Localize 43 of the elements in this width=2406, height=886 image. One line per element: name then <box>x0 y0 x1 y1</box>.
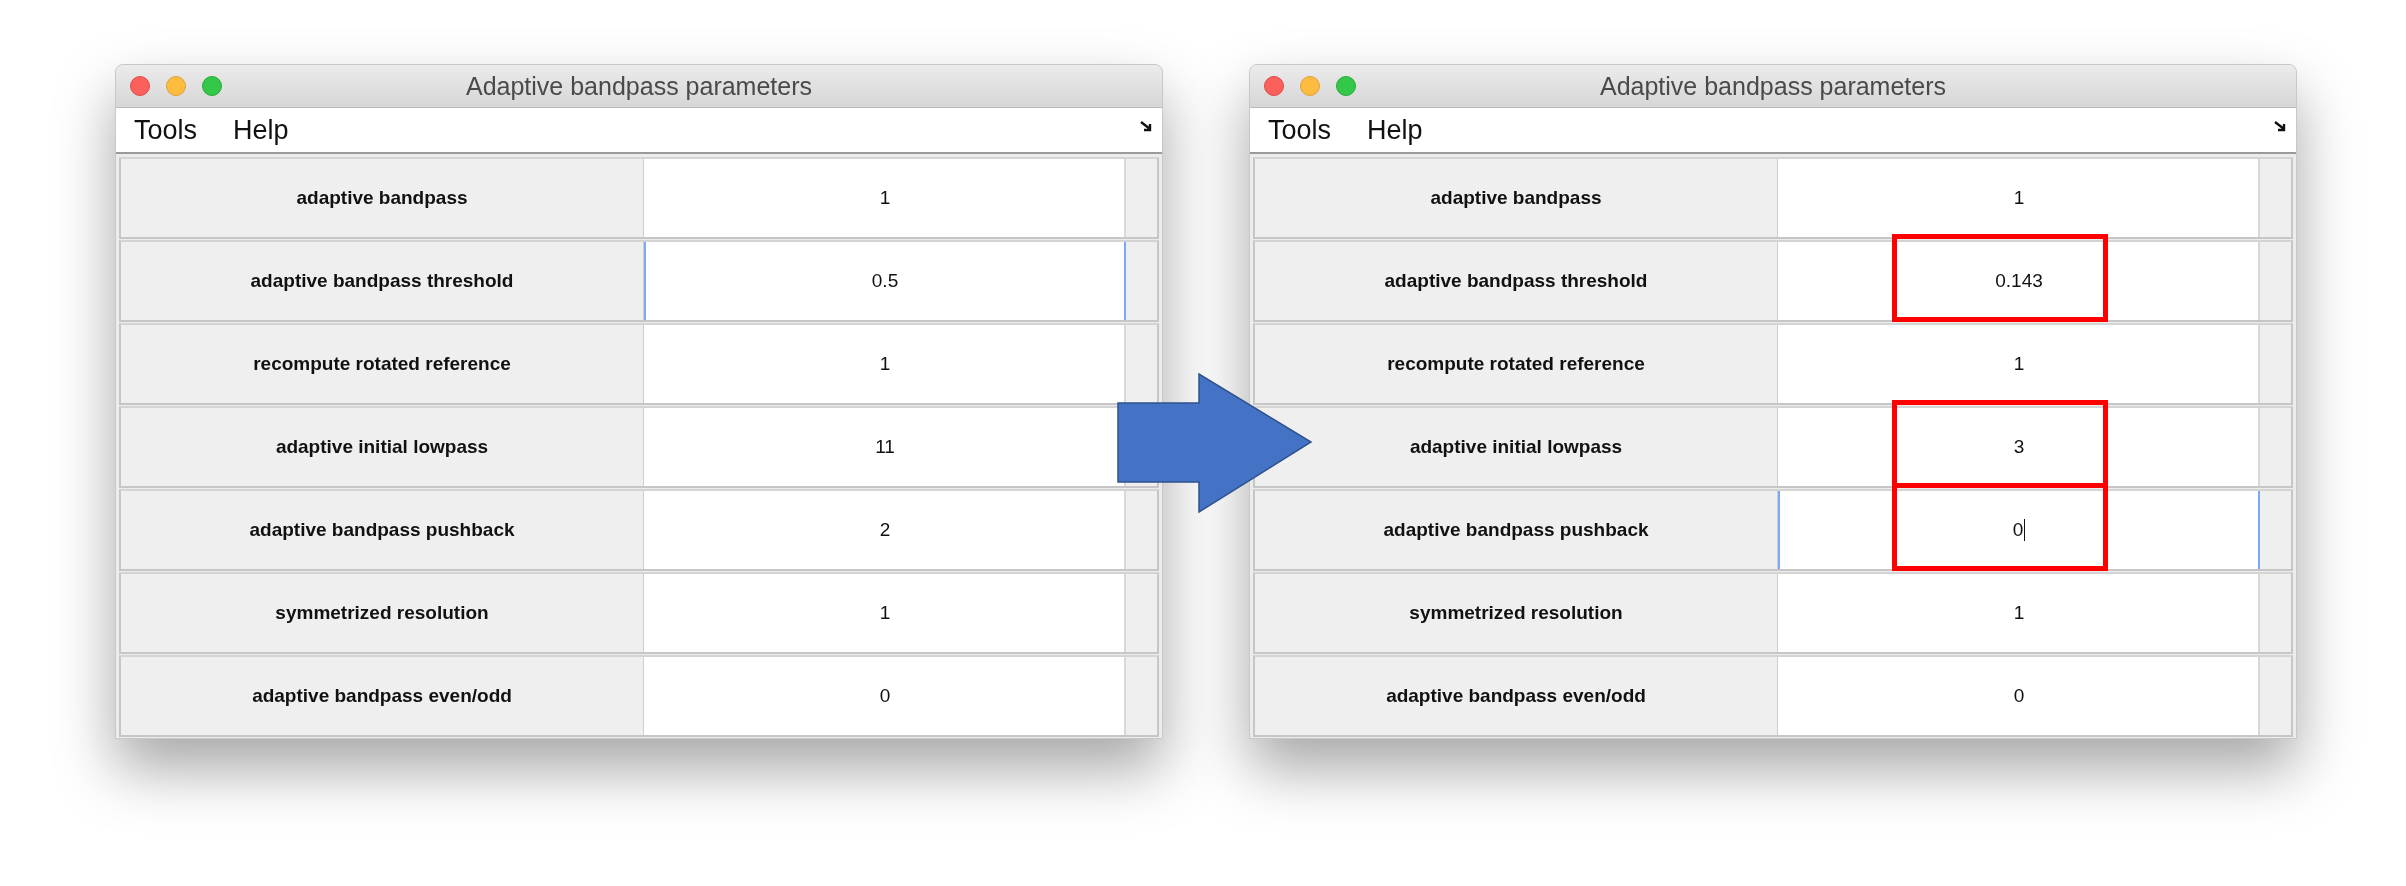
minimize-button[interactable] <box>1300 76 1320 96</box>
value-field[interactable]: 1 <box>1778 574 2260 652</box>
menu-item[interactable]: Tools <box>1268 114 1332 146</box>
parameter-value: 1 <box>2013 353 2025 375</box>
value-field[interactable]: 0.143 <box>1778 242 2260 320</box>
parameter-value: 1 <box>879 353 891 375</box>
value-field[interactable]: 2 <box>644 491 1126 569</box>
value-field[interactable]: 0.5 <box>644 242 1126 320</box>
value-field[interactable]: 0 <box>644 657 1126 735</box>
resize-icon[interactable] <box>2274 121 2288 133</box>
close-button[interactable] <box>130 76 150 96</box>
parameter-value: 0 <box>879 685 891 707</box>
menu-item[interactable]: Tools <box>134 114 198 146</box>
value-field[interactable]: 1 <box>1778 325 2260 403</box>
parameter-value: 1 <box>879 187 891 209</box>
parameter-value: 2 <box>879 519 891 541</box>
parameter-value: 0.143 <box>1995 270 2043 292</box>
value-field[interactable]: 11 <box>644 408 1126 486</box>
menu-item[interactable]: Help <box>233 114 289 146</box>
zoom-button[interactable] <box>1336 76 1356 96</box>
value-field[interactable]: 0 <box>1778 491 2260 569</box>
value-field[interactable]: 1 <box>644 325 1126 403</box>
close-button[interactable] <box>1264 76 1284 96</box>
window-title: Adaptive bandpass parameters <box>1599 71 1946 101</box>
text-cursor <box>2024 519 2026 541</box>
minimize-button[interactable] <box>166 76 186 96</box>
menu-item[interactable]: Help <box>1367 114 1423 146</box>
parameter-value: 1 <box>879 602 891 624</box>
zoom-button[interactable] <box>202 76 222 96</box>
parameter-value: 1 <box>2013 187 2025 209</box>
parameter-value: 11 <box>875 436 895 458</box>
parameter-value: 0.5 <box>871 270 899 292</box>
window-title: Adaptive bandpass parameters <box>465 71 812 101</box>
parameter-value: 0 <box>2012 519 2024 541</box>
value-field[interactable]: 1 <box>1778 159 2260 237</box>
resize-icon[interactable] <box>1140 121 1154 133</box>
parameter-value: 0 <box>2013 685 2025 707</box>
value-field[interactable]: 3 <box>1778 408 2260 486</box>
parameter-value: 1 <box>2013 602 2025 624</box>
parameter-value: 3 <box>2013 436 2025 458</box>
value-field[interactable]: 1 <box>644 159 1126 237</box>
value-field[interactable]: 0 <box>1778 657 2260 735</box>
value-field[interactable]: 1 <box>644 574 1126 652</box>
